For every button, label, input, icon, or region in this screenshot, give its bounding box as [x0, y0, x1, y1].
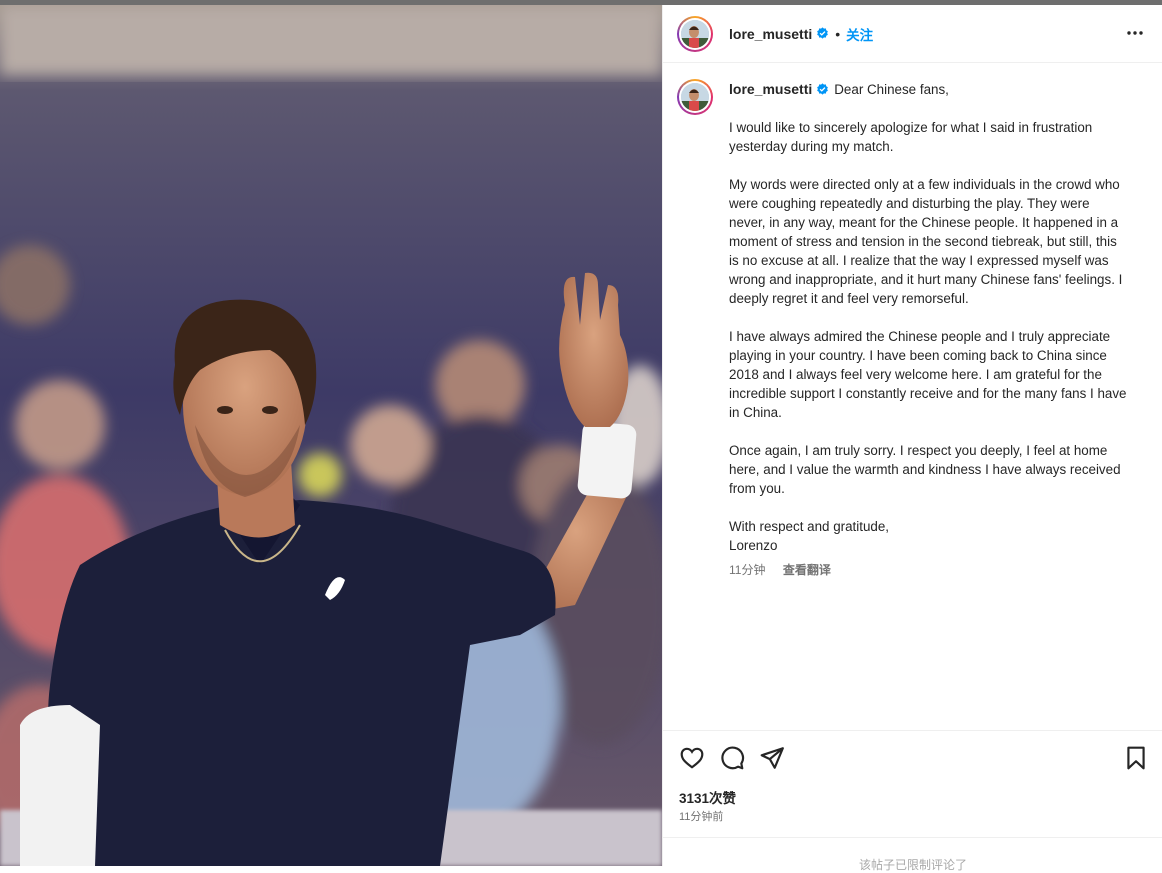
post-details-panel: lore_musetti • 关注 lore_musetti Dear Chin… — [662, 5, 1162, 872]
caption-age: 11分钟 — [729, 563, 766, 577]
caption-signoff: With respect and gratitude, Lorenzo — [729, 517, 1129, 555]
more-options-icon[interactable] — [1125, 23, 1145, 43]
caption-closing: With respect and gratitude, — [729, 519, 890, 534]
tennis-player-photo — [0, 5, 662, 866]
post-caption: lore_musetti Dear Chinese fans, I would … — [663, 63, 1162, 730]
caption-meta: 11分钟 查看翻译 — [729, 561, 1129, 580]
caption-paragraph: My words were directed only at a few ind… — [729, 177, 1123, 306]
caption-greeting: Dear Chinese fans, — [834, 81, 949, 97]
bookmark-icon[interactable] — [1123, 745, 1149, 771]
separator-dot: • — [835, 25, 841, 42]
post-actions-bar — [663, 730, 1162, 788]
avatar-photo — [681, 19, 709, 48]
post-header: lore_musetti • 关注 — [663, 5, 1162, 63]
post-username[interactable]: lore_musetti — [729, 26, 812, 42]
caption-avatar[interactable] — [677, 79, 713, 115]
caption-username[interactable]: lore_musetti — [729, 80, 812, 99]
post-photo[interactable] — [0, 5, 662, 866]
verified-badge-icon — [817, 82, 829, 95]
caption-paragraph: I would like to sincerely apologize for … — [729, 120, 1093, 154]
share-icon[interactable] — [759, 745, 785, 771]
caption-text: lore_musetti Dear Chinese fans, I would … — [729, 79, 1129, 580]
likes-count[interactable]: 3131次赞 — [679, 787, 736, 807]
avatar-photo — [681, 83, 709, 111]
post-timestamp[interactable]: 11分钟前 — [679, 808, 723, 824]
follow-button[interactable]: 关注 — [846, 24, 873, 44]
comments-limited-notice: 该帖子已限制评论了 — [858, 858, 967, 872]
heart-icon[interactable] — [679, 745, 705, 771]
see-translation-button[interactable]: 查看翻译 — [783, 563, 831, 577]
avatar[interactable] — [677, 15, 713, 52]
verified-badge-icon — [817, 27, 829, 39]
caption-paragraph: I have always admired the Chinese people… — [729, 329, 1127, 420]
caption-paragraph: Once again, I am truly sorry. I respect … — [729, 443, 1121, 496]
divider — [663, 837, 1162, 838]
comment-icon[interactable] — [719, 745, 745, 771]
caption-signature: Lorenzo — [729, 538, 778, 553]
